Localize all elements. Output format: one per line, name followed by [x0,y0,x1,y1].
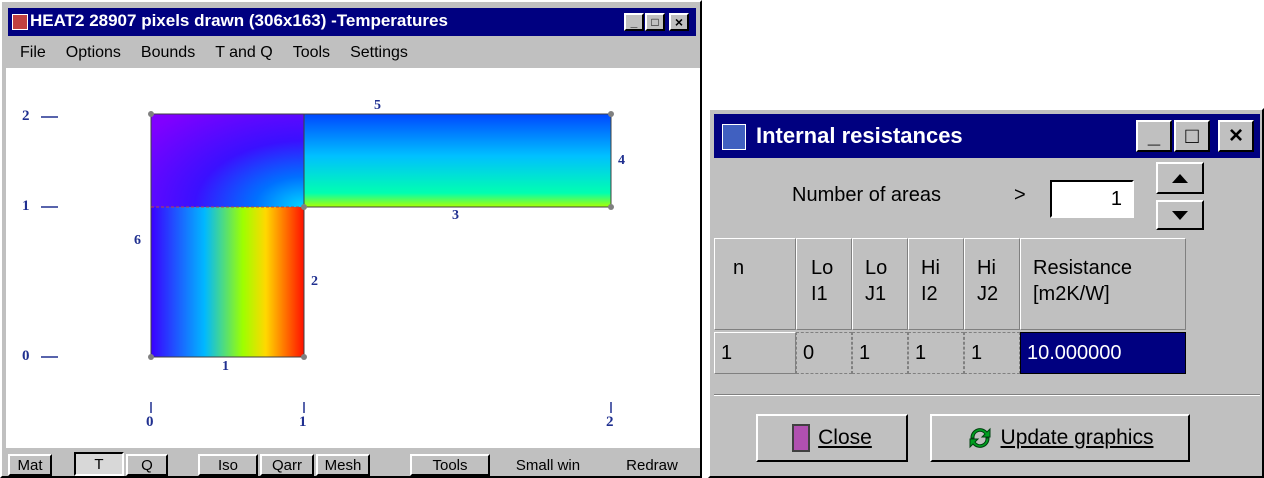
mesh-node [148,354,154,360]
minimize-button[interactable]: _ [624,13,644,31]
small-win-button[interactable]: Small win [494,454,602,476]
header-label: n [733,257,745,279]
table-cell-hi-j2[interactable]: 1 [964,332,1020,374]
resistances-window: Internal resistances _ □ × Number of are… [708,108,1264,478]
door-icon [792,424,811,452]
table-header-lo-j1: Lo J1 [852,238,908,330]
cell-value: 1 [971,342,983,364]
boundary-label: 6 [134,233,141,248]
header-label: Lo J1 [865,257,888,305]
y-axis-label: 0 [22,348,30,364]
heat2-window: HEAT2 28907 pixels drawn (306x163) -Temp… [0,0,702,478]
menu-file[interactable]: File [20,44,46,62]
resistances-title-bar: Internal resistances _ □ × [714,114,1260,158]
close-button[interactable]: × [669,13,689,31]
table-cell-resistance[interactable]: 10.000000 [1020,332,1186,374]
app-icon [722,124,746,150]
table-cell-hi-i2[interactable]: 1 [908,332,964,374]
close-dialog-button[interactable]: Close [756,414,908,462]
y-axis-label: 2 [22,108,30,124]
mat-button[interactable]: Mat [8,454,52,476]
app-icon [12,14,28,30]
update-label: Update graphics [1000,426,1154,449]
maximize-button[interactable]: □ [1174,120,1210,152]
menu-bar: File Options Bounds T and Q Tools Settin… [20,44,428,62]
iso-button[interactable]: Iso [198,454,258,476]
triangle-up-icon [1172,173,1188,183]
menu-settings[interactable]: Settings [350,44,408,62]
tools-button[interactable]: Tools [410,454,490,476]
mesh-node [301,354,307,360]
mesh-node [301,204,307,210]
cell-value: 0 [803,342,815,364]
cell-value: 1 [915,342,927,364]
redraw-button[interactable]: Redraw [606,454,698,476]
region-lower [151,207,304,357]
heat2-title-bar: HEAT2 28907 pixels drawn (306x163) -Temp… [8,8,696,36]
boundary-label: 2 [311,274,318,289]
qarr-button[interactable]: Qarr [260,454,314,476]
areas-value: 1 [1110,188,1122,210]
boundary-label: 4 [618,153,625,168]
x-axis-label: 1 [299,414,307,430]
mesh-node [148,111,154,117]
close-label: Close [818,426,872,449]
region-right [304,114,611,207]
boundary-label: 5 [374,98,381,113]
header-label: Resistance [m2K/W] [1033,257,1132,305]
triangle-down-icon [1172,210,1188,220]
mesh-node [608,111,614,117]
spin-down-button[interactable] [1156,200,1204,230]
boundary-label: 3 [452,208,459,223]
q-button[interactable]: Q [126,454,168,476]
region-corner [151,114,304,207]
table-header-lo-i1: Lo I1 [796,238,852,330]
window-title: Internal resistances [756,123,963,148]
minimize-button[interactable]: _ [1136,120,1172,152]
close-button[interactable]: × [1218,120,1254,152]
mesh-button[interactable]: Mesh [316,454,370,476]
drawing-canvas[interactable]: 2 1 0 0 1 2 1 2 3 4 5 6 [6,68,700,448]
temperature-plot [41,111,614,413]
header-label: Hi J2 [977,257,999,305]
table-cell-lo-j1[interactable]: 1 [852,332,908,374]
table-cell-n[interactable]: 1 [714,332,796,374]
boundary-label: 1 [222,359,229,374]
x-axis-label: 2 [606,414,614,430]
table-header-hi-i2: Hi I2 [908,238,964,330]
areas-label: Number of areas [792,184,941,206]
window-title: HEAT2 28907 pixels drawn (306x163) -Temp… [30,11,448,30]
y-axis-label: 1 [22,198,30,214]
arrow-indicator: > [1014,184,1026,206]
areas-input[interactable]: 1 [1050,180,1134,218]
table-header-hi-j2: Hi J2 [964,238,1020,330]
table-header-n: n [714,238,796,330]
maximize-button[interactable]: □ [645,13,665,31]
cell-value: 1 [859,342,871,364]
spin-up-button[interactable] [1156,162,1204,194]
table-cell-lo-i1[interactable]: 0 [796,332,852,374]
menu-bounds[interactable]: Bounds [141,44,195,62]
table-header-resistance: Resistance [m2K/W] [1020,238,1186,330]
menu-t-and-q[interactable]: T and Q [215,44,273,62]
update-graphics-button[interactable]: Update graphics [930,414,1190,462]
menu-options[interactable]: Options [66,44,121,62]
header-label: Lo I1 [811,257,834,305]
cell-value: 1 [721,342,733,364]
t-button[interactable]: T [74,452,124,476]
refresh-icon [969,427,991,449]
divider [714,394,1260,396]
mesh-node [608,204,614,210]
x-axis-label: 0 [146,414,154,430]
menu-tools[interactable]: Tools [293,44,330,62]
cell-value: 10.000000 [1027,342,1122,364]
header-label: Hi I2 [921,257,940,305]
